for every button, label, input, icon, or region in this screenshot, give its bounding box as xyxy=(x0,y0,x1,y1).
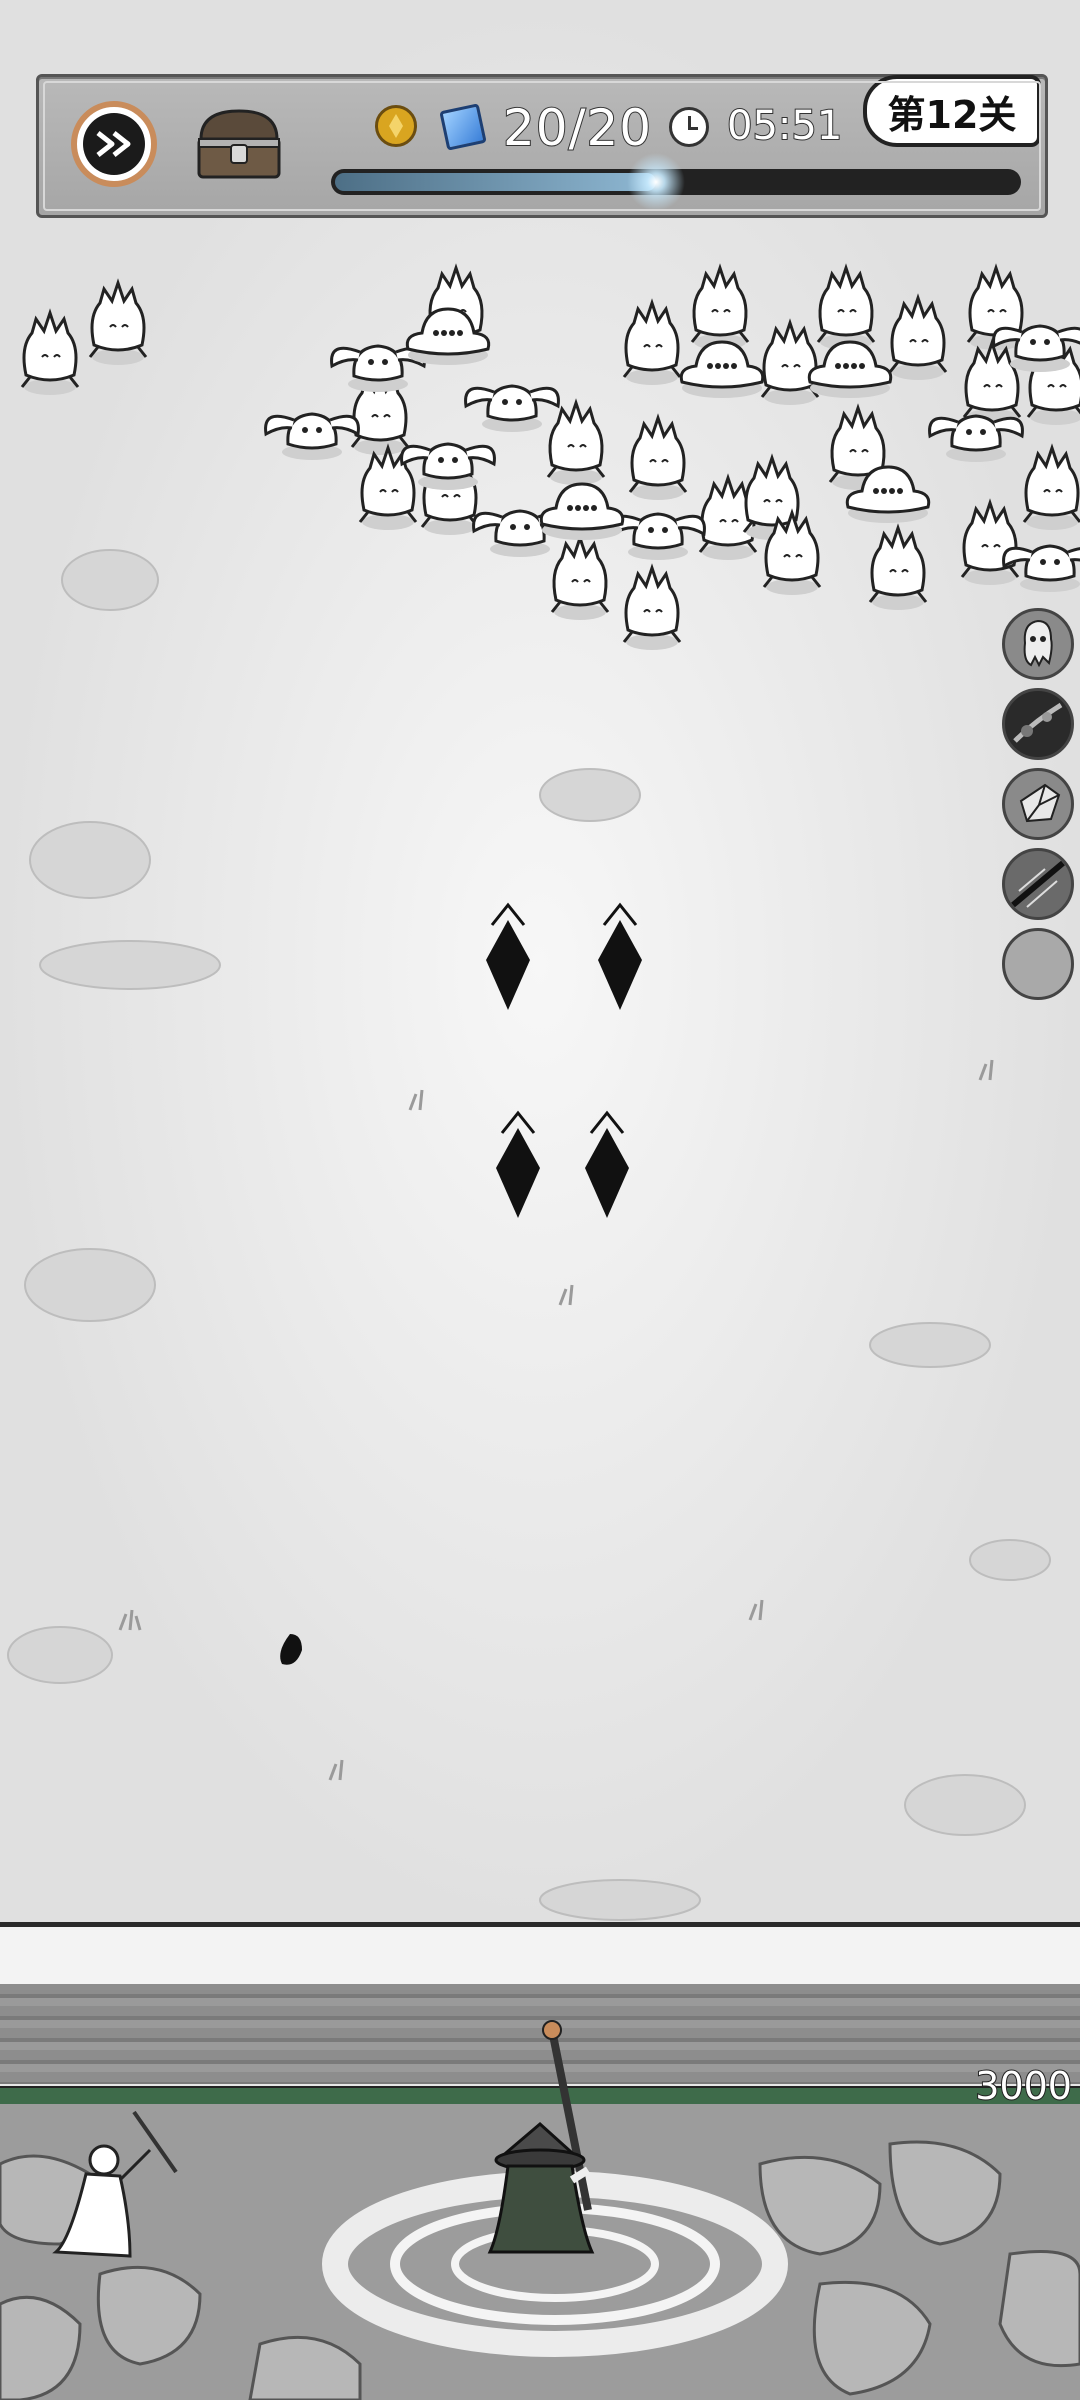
wizard-hero xyxy=(487,2020,595,2254)
heroes xyxy=(52,2020,595,2258)
game-screen[interactable]: 20/20 05:51 第12关 3000 xyxy=(0,0,1080,2400)
monk-ally xyxy=(52,2110,178,2258)
